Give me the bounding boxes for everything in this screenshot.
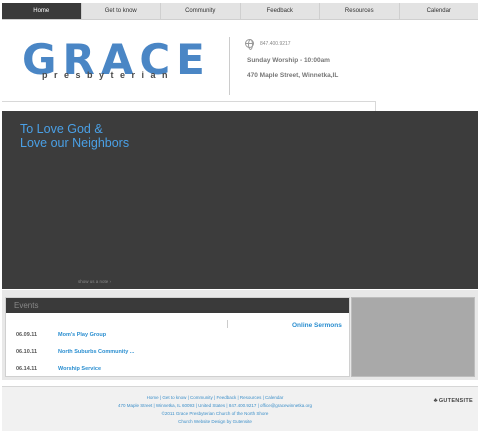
footer-address: 470 Maple Street | Winnetka, IL 60093 | …: [117, 403, 313, 408]
online-sermons-link[interactable]: Online Sermons: [292, 322, 342, 329]
nav-item-feedback[interactable]: Feedback: [241, 3, 320, 19]
gutensite-label: GUTENSITE: [438, 398, 473, 404]
top-nav: Home Get to know Community Feedback Reso…: [2, 3, 478, 20]
gutensite-icon: ♣: [433, 398, 438, 404]
worship-time: Sunday Worship - 10:00am: [247, 57, 330, 64]
logo-subtitle[interactable]: presbyterian: [42, 70, 174, 80]
event-link[interactable]: Mom's Play Group: [58, 332, 106, 338]
hero-title: To Love God & Love our Neighbors: [20, 122, 130, 150]
nav-item-get-to-know[interactable]: Get to know: [82, 3, 161, 19]
nav-item-resources[interactable]: Resources: [320, 3, 400, 19]
footer-nav-links[interactable]: Home | Get to know | Community | Feedbac…: [2, 395, 428, 400]
site-footer: Home | Get to know | Community | Feedbac…: [2, 386, 478, 431]
event-date: 06.09.11: [16, 332, 38, 338]
sidebar-image-placeholder: [351, 297, 475, 377]
header-divider: [229, 37, 230, 95]
events-divider: [227, 320, 228, 328]
event-link[interactable]: Worship Service: [58, 366, 101, 372]
header-rule-end: [375, 101, 376, 111]
nav-item-community[interactable]: Community: [161, 3, 241, 19]
hero-note-link[interactable]: show us a note ›: [78, 279, 111, 284]
events-section: Events Online Sermons 06.09.11 Mom's Pla…: [2, 290, 478, 380]
header-rule: [2, 101, 376, 102]
event-link[interactable]: North Suburbs Community ...: [58, 349, 134, 355]
nav-item-calendar[interactable]: Calendar: [400, 3, 479, 19]
footer-copyright: ©2011 Grace Presbyterian Church of the N…: [161, 411, 269, 416]
event-date: 06.10.11: [16, 349, 38, 355]
church-address: 470 Maple Street, Winnetka,IL: [247, 72, 339, 79]
events-heading: Events: [6, 298, 349, 313]
footer-credit-link[interactable]: Church Website Design by Gutensite: [2, 419, 428, 424]
gutensite-logo[interactable]: ♣GUTENSITE: [434, 398, 473, 404]
nav-item-home[interactable]: Home: [2, 3, 82, 19]
event-date: 06.14.11: [16, 366, 38, 372]
phone-number: 847.400.9217: [260, 41, 291, 47]
hero-banner: To Love God & Love our Neighbors show us…: [2, 111, 478, 289]
globe-icon: [245, 39, 254, 50]
events-panel: Events Online Sermons 06.09.11 Mom's Pla…: [5, 297, 350, 377]
site-header: GRACE presbyterian 847.400.9217 Sunday W…: [2, 21, 478, 101]
